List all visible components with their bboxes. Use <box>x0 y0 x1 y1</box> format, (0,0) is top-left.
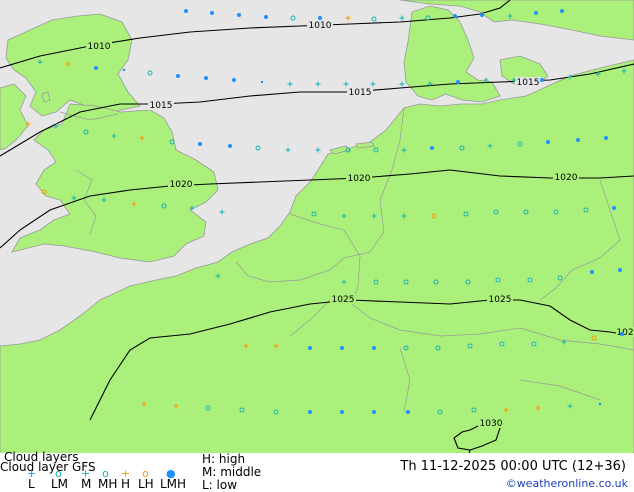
isobar-label-text: 1030 <box>480 419 503 429</box>
weather-map: 1010 1010 1015 1015 1015 1020 1020 1020 … <box>0 0 634 458</box>
cloud-marker-dot <box>372 410 376 414</box>
cloud-marker-dot <box>122 68 126 72</box>
legend-code-l: L <box>28 477 35 491</box>
cloud-marker-dot <box>618 268 622 272</box>
isobar-label-1020-b: 1020 <box>346 173 372 184</box>
cloud-marker-dot <box>198 142 202 146</box>
isobar-label-1010-b: 1010 <box>307 20 333 31</box>
isobar-label-1025-b: 1025 <box>487 294 513 305</box>
cloud-marker-dot <box>540 78 544 82</box>
cloud-marker-dot <box>604 136 608 140</box>
isobar-label-text: 1015 <box>517 78 540 88</box>
isobar-label-102: 102 <box>616 327 634 338</box>
legend-code-h: H <box>121 477 131 491</box>
cloud-marker-dot <box>232 78 236 82</box>
isobar-label-1015-a: 1015 <box>148 100 174 111</box>
cloud-marker-dot <box>560 9 564 13</box>
cloud-marker-dot <box>430 146 434 150</box>
isobar-label-1015-b: 1015 <box>347 87 373 98</box>
isobar-label-text: 1025 <box>489 295 512 305</box>
cloud-marker-dot <box>480 13 484 17</box>
cloud-marker-dot <box>620 332 624 336</box>
isobar-label-text: 1025 <box>332 295 355 305</box>
cloud-marker-dot <box>406 410 410 414</box>
legend-code-m: M <box>81 477 92 491</box>
isobar-label-1020-c: 1020 <box>553 172 579 183</box>
cloud-marker-dot <box>260 80 264 84</box>
legend-code-lmh: LMH <box>160 477 187 491</box>
cloud-marker-dot <box>340 346 344 350</box>
isobar-label-1025-a: 1025 <box>330 294 356 305</box>
cloud-marker-dot <box>204 76 208 80</box>
isobar-label-text: 1015 <box>150 101 173 111</box>
isobar-label-text: 1010 <box>88 42 111 52</box>
cloud-marker-dot <box>340 410 344 414</box>
isobar-label-text: 1010 <box>309 21 332 31</box>
cloud-marker-dot <box>576 138 580 142</box>
cloud-marker-dot <box>228 144 232 148</box>
cloud-marker-dot <box>534 11 538 15</box>
isobar-label-1020-a: 1020 <box>168 179 194 190</box>
cloud-marker-dot <box>176 74 180 78</box>
credit-link[interactable]: ©weatheronline.co.uk <box>506 477 628 490</box>
isobar-label-text: 1020 <box>555 173 578 183</box>
cloud-marker-dot <box>94 66 98 70</box>
isobar-label-text: 1015 <box>349 88 372 98</box>
cloud-marker-dot <box>210 11 214 15</box>
isobar-label-text: 1020 <box>170 180 193 190</box>
cloud-marker-dot <box>308 346 312 350</box>
legend-code-lm: LM <box>51 477 69 491</box>
cloud-marker-dot <box>598 402 602 406</box>
cloud-marker-dot <box>308 410 312 414</box>
cloud-marker-dot <box>612 206 616 210</box>
cloud-marker-dot <box>184 9 188 13</box>
legend-code-lh: LH <box>138 477 154 491</box>
forecast-datetime: Th 11-12-2025 00:00 UTC (12+36) <box>400 459 626 474</box>
cloud-marker-dot <box>590 270 594 274</box>
cloud-marker-dot <box>456 80 460 84</box>
footer-legend: Cloud layers Cloud layer GFS + o + o + o… <box>0 451 634 492</box>
isobar-label-text: 1020 <box>348 174 371 184</box>
cloud-marker-dot <box>372 346 376 350</box>
cloud-marker-dot <box>453 14 457 18</box>
isobar-label-1010-a: 1010 <box>86 41 112 52</box>
key-low: L: low <box>202 478 238 492</box>
isobar-label-1015-c: 1015 <box>515 77 541 88</box>
cloud-marker-dot <box>264 15 268 19</box>
isobar-label-1030: 1030 <box>478 418 504 429</box>
isobar-label-text: 102 <box>616 328 633 338</box>
cloud-marker-dot <box>237 13 241 17</box>
legend-code-mh: MH <box>98 477 118 491</box>
cloud-marker-dot <box>318 16 322 20</box>
cloud-marker-dot <box>546 140 550 144</box>
